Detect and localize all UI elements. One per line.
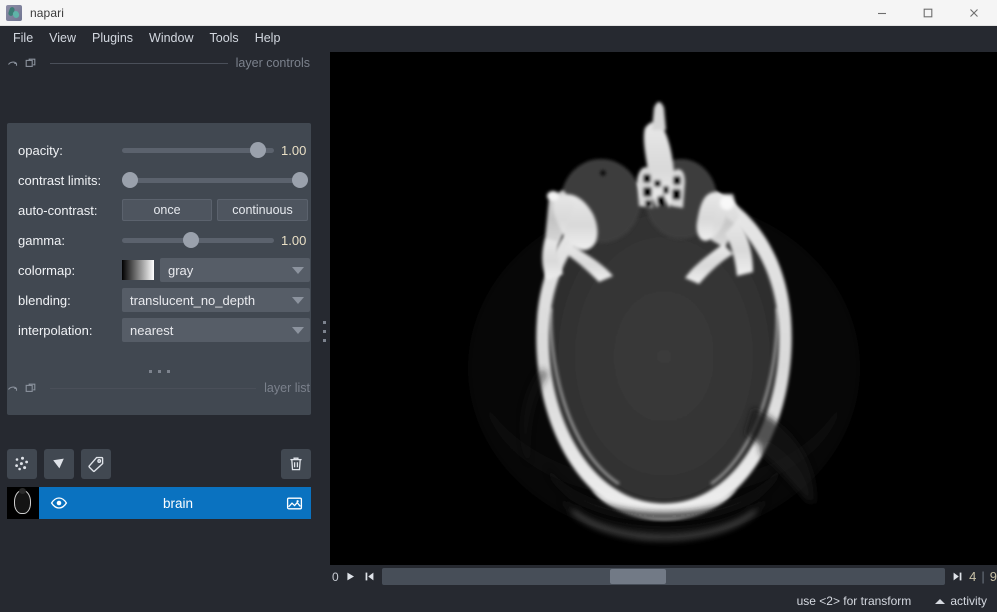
interpolation-value: nearest bbox=[130, 322, 174, 338]
chevron-down-icon bbox=[292, 296, 304, 304]
layer-row-brain[interactable]: brain bbox=[7, 487, 311, 519]
minimize-button[interactable] bbox=[859, 0, 905, 26]
dims-axis-label: 0 bbox=[332, 569, 339, 584]
dimension-slider-bar: 0 4 | 9 bbox=[330, 565, 997, 588]
close-button[interactable] bbox=[951, 0, 997, 26]
float-dock-icon[interactable] bbox=[6, 382, 19, 395]
napari-main-window: napari File View Plugins Window Tools He… bbox=[0, 0, 997, 612]
image-layer-icon bbox=[277, 487, 311, 519]
new-points-layer-button[interactable] bbox=[7, 449, 37, 479]
activity-button[interactable]: activity bbox=[935, 594, 987, 608]
new-labels-layer-button[interactable] bbox=[81, 449, 111, 479]
chevron-down-icon bbox=[292, 326, 304, 334]
contrast-limits-high-handle[interactable] bbox=[292, 172, 308, 188]
colormap-value: gray bbox=[168, 262, 194, 278]
close-dock-icon[interactable] bbox=[24, 57, 37, 70]
layer-controls-title: layer controls bbox=[235, 56, 310, 70]
close-dock-icon[interactable] bbox=[24, 382, 37, 395]
opacity-slider-handle[interactable] bbox=[249, 142, 266, 158]
blending-value: translucent_no_depth bbox=[130, 292, 256, 308]
gray-colormap-swatch bbox=[122, 260, 154, 280]
auto-contrast-continuous-button[interactable]: continuous bbox=[217, 199, 308, 221]
skip-to-first-icon[interactable] bbox=[363, 569, 377, 585]
interpolation-select[interactable]: nearest bbox=[122, 318, 310, 342]
blending-select[interactable]: translucent_no_depth bbox=[122, 288, 310, 312]
colormap-label: colormap: bbox=[18, 262, 76, 278]
layer-list-title: layer list bbox=[264, 381, 310, 395]
dims-current-step: 4 bbox=[969, 569, 977, 584]
main-splitter-handle[interactable] bbox=[318, 50, 330, 612]
opacity-slider[interactable] bbox=[122, 140, 274, 160]
opacity-label: opacity: bbox=[18, 142, 63, 158]
menu-item-help[interactable]: Help bbox=[247, 28, 289, 48]
viewer-canvas[interactable] bbox=[330, 52, 997, 565]
left-dock-area: layer controls opacity: 1.00 contrast li… bbox=[0, 50, 318, 612]
skip-to-last-icon[interactable] bbox=[950, 569, 964, 585]
gamma-label: gamma: bbox=[18, 232, 65, 248]
chevron-down-icon bbox=[292, 266, 304, 274]
maximize-button[interactable] bbox=[905, 0, 951, 26]
window-controls bbox=[859, 0, 997, 26]
gamma-value: 1.00 bbox=[281, 232, 307, 248]
dims-separator: | bbox=[981, 569, 985, 584]
dims-slider-track[interactable] bbox=[381, 568, 946, 585]
colormap-select[interactable]: gray bbox=[160, 258, 310, 282]
opacity-row: opacity: 1.00 bbox=[7, 135, 311, 165]
delete-layer-button[interactable] bbox=[281, 449, 311, 479]
contrast-limits-slider[interactable] bbox=[122, 170, 308, 190]
title-bar: napari bbox=[0, 0, 997, 26]
dock-header-rule bbox=[50, 62, 228, 64]
auto-contrast-label: auto-contrast: bbox=[18, 202, 98, 218]
layer-list: brain bbox=[7, 487, 311, 590]
menu-item-file[interactable]: File bbox=[5, 28, 41, 48]
dims-max-step: 9 bbox=[989, 569, 997, 584]
layer-list-toolbar bbox=[7, 448, 311, 480]
interpolation-row: interpolation: nearest bbox=[7, 315, 311, 345]
ct-slice-image bbox=[422, 67, 905, 550]
opacity-value: 1.00 bbox=[281, 142, 307, 158]
menu-bar: File View Plugins Window Tools Help bbox=[0, 26, 997, 50]
blending-label: blending: bbox=[18, 292, 71, 308]
dock-splitter-handle[interactable] bbox=[0, 365, 318, 377]
layer-list-dock-header: layer list bbox=[0, 378, 318, 398]
play-icon[interactable] bbox=[344, 569, 358, 585]
menu-item-plugins[interactable]: Plugins bbox=[84, 28, 141, 48]
blending-row: blending: translucent_no_depth bbox=[7, 285, 311, 315]
status-bar: use <2> for transform activity bbox=[0, 590, 997, 612]
contrast-limits-row: contrast limits: bbox=[7, 165, 311, 195]
new-shapes-layer-button[interactable] bbox=[44, 449, 74, 479]
activity-label: activity bbox=[950, 594, 987, 608]
auto-contrast-once-button[interactable]: once bbox=[122, 199, 212, 221]
napari-logo-icon bbox=[6, 4, 22, 21]
window-title: napari bbox=[30, 5, 64, 20]
dock-header-rule bbox=[50, 387, 257, 389]
eye-visible-icon[interactable] bbox=[39, 487, 79, 519]
status-message: use <2> for transform bbox=[796, 594, 912, 608]
dims-slider-handle[interactable] bbox=[609, 569, 666, 584]
contrast-limits-low-handle[interactable] bbox=[122, 172, 138, 188]
float-dock-icon[interactable] bbox=[6, 57, 19, 70]
menu-item-window[interactable]: Window bbox=[141, 28, 201, 48]
menu-item-tools[interactable]: Tools bbox=[202, 28, 247, 48]
layer-thumbnail bbox=[7, 487, 39, 519]
auto-contrast-row: auto-contrast: once continuous bbox=[7, 195, 311, 225]
gamma-row: gamma: 1.00 bbox=[7, 225, 311, 255]
layer-name[interactable]: brain bbox=[79, 496, 277, 511]
caret-up-icon bbox=[935, 598, 946, 604]
gamma-slider[interactable] bbox=[122, 230, 274, 250]
menu-item-view[interactable]: View bbox=[41, 28, 84, 48]
contrast-limits-label: contrast limits: bbox=[18, 172, 102, 188]
colormap-row: colormap: gray bbox=[7, 255, 311, 285]
interpolation-label: interpolation: bbox=[18, 322, 93, 338]
gamma-slider-handle[interactable] bbox=[183, 232, 200, 248]
layer-controls-dock-header: layer controls bbox=[0, 53, 318, 73]
contrast-limits-slider-track bbox=[122, 177, 308, 183]
